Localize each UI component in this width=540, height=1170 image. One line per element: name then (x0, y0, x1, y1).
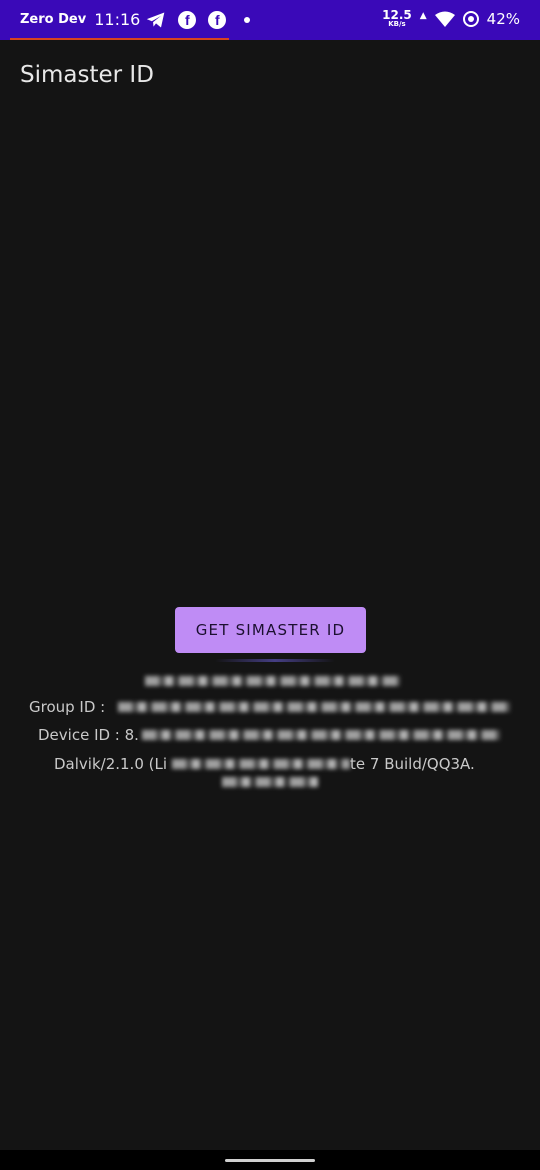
user-agent-prefix: Dalvik/2.1.0 (Li (54, 755, 168, 773)
clock: 11:16 (94, 10, 141, 29)
battery-saver-icon (462, 10, 479, 27)
facebook-icon: f (178, 10, 197, 29)
status-bar: Zero Dev 11:16 f f 12.5 KB/s ▲ 42% (0, 0, 540, 40)
device-id-label: Device ID : 8. (38, 726, 139, 744)
facebook-icon: f (208, 10, 227, 29)
battery-percent: 42% (486, 9, 520, 28)
redacted-text (145, 676, 400, 686)
network-speed-unit: KB/s (388, 20, 406, 28)
network-speed: 12.5 KB/s (382, 9, 412, 28)
redacted-device-id (142, 730, 500, 740)
redacted-group-id (118, 702, 510, 712)
user-agent-suffix: te 7 Build/QQ3A. (350, 755, 475, 773)
get-simaster-id-button[interactable]: GET SIMASTER ID (175, 607, 366, 653)
carrier-label: Zero Dev (20, 12, 87, 27)
upload-arrow-icon: ▲ (419, 10, 427, 21)
status-bar-right: 12.5 KB/s ▲ 42% (382, 9, 520, 28)
wifi-icon (434, 11, 455, 27)
telegram-icon (147, 12, 165, 27)
redacted-user-agent-wrap (222, 777, 318, 787)
notification-dot-icon (244, 16, 251, 23)
home-gesture-handle[interactable] (225, 1159, 315, 1162)
redacted-user-agent (172, 759, 350, 769)
button-glow (215, 659, 335, 662)
status-bar-left: Zero Dev 11:16 f f (20, 10, 251, 29)
navigation-bar (0, 1150, 540, 1170)
group-id-label: Group ID : (29, 698, 106, 716)
page-title: Simaster ID (20, 62, 154, 88)
app-bar: Simaster ID (0, 40, 540, 114)
